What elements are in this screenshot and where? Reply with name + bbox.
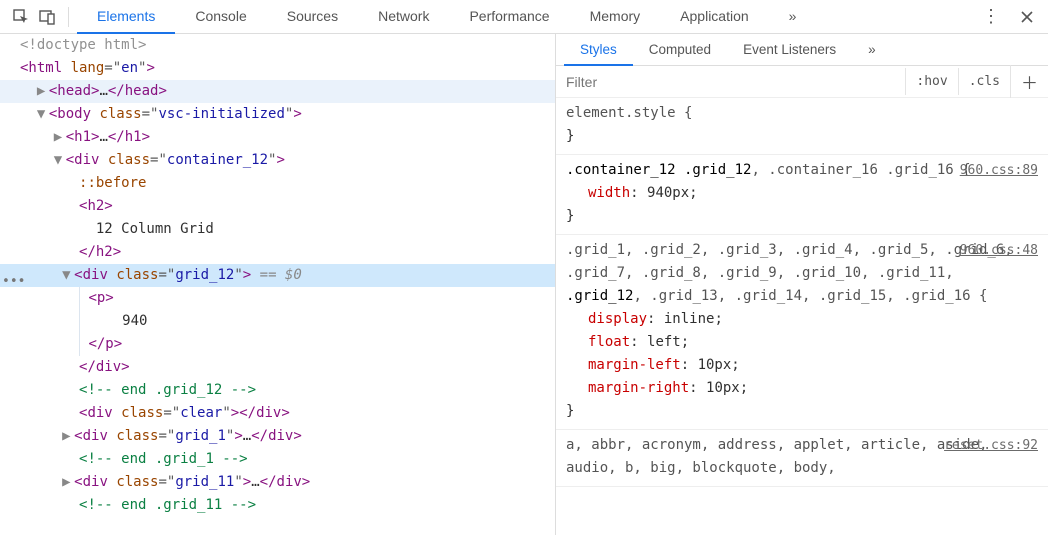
html-element[interactable]: <html lang="en"> <box>0 57 555 80</box>
div-clear[interactable]: <div class="clear"></div> <box>0 402 555 425</box>
rule-reset[interactable]: reset.css:92 a, abbr, acronym, address, … <box>556 430 1048 487</box>
head-element[interactable]: ▶<head>…</head> <box>0 80 555 103</box>
div-grid11[interactable]: ▶<div class="grid_11">…</div> <box>0 471 555 494</box>
rule-container-grid[interactable]: 960.css:89 .container_12 .grid_12, .cont… <box>556 155 1048 235</box>
h1-element[interactable]: ▶<h1>…</h1> <box>0 126 555 149</box>
main-content: ••• <!doctype html> <html lang="en"> ▶<h… <box>0 34 1048 535</box>
rule-grid-classes[interactable]: 960.css:48 .grid_1, .grid_2, .grid_3, .g… <box>556 235 1048 430</box>
device-toolbar-icon[interactable] <box>34 4 60 30</box>
tab-performance[interactable]: Performance <box>449 0 569 33</box>
tab-elements[interactable]: Elements <box>77 0 175 34</box>
tab-memory[interactable]: Memory <box>570 0 661 33</box>
gutter-overflow-icon[interactable]: ••• <box>2 270 25 293</box>
cls-toggle[interactable]: .cls <box>958 68 1010 95</box>
body-element[interactable]: ▼<body class="vsc-initialized"> <box>0 103 555 126</box>
hov-toggle[interactable]: :hov <box>905 68 957 95</box>
p-text[interactable]: 940 <box>0 310 555 333</box>
tabs-overflow-icon[interactable]: » <box>769 0 817 33</box>
filter-input[interactable] <box>556 68 905 96</box>
dom-tree-panel[interactable]: ••• <!doctype html> <html lang="en"> ▶<h… <box>0 34 556 535</box>
pseudo-before[interactable]: ::before <box>0 172 555 195</box>
comment-grid11[interactable]: <!-- end .grid_11 --> <box>0 494 555 517</box>
div-grid1[interactable]: ▶<div class="grid_1">…</div> <box>0 425 555 448</box>
subtab-computed[interactable]: Computed <box>633 35 727 64</box>
new-style-rule-icon[interactable]: ＋ <box>1010 65 1048 98</box>
subtab-styles[interactable]: Styles <box>564 35 633 66</box>
styles-panel: Styles Computed Event Listeners » :hov .… <box>556 34 1048 535</box>
p-open[interactable]: <p> <box>0 287 555 310</box>
div-close[interactable]: </div> <box>0 356 555 379</box>
h2-close[interactable]: </h2> <box>0 241 555 264</box>
tab-console[interactable]: Console <box>175 0 266 33</box>
tab-sources[interactable]: Sources <box>267 0 358 33</box>
styles-list[interactable]: element.style { } 960.css:89 .container_… <box>556 98 1048 535</box>
doctype: <!doctype html> <box>20 37 146 53</box>
separator <box>68 7 69 27</box>
selected-div-grid12[interactable]: ▼<div class="grid_12"> == $0 <box>0 264 555 287</box>
inspect-element-icon[interactable] <box>8 4 34 30</box>
h2-text[interactable]: 12 Column Grid <box>0 218 555 241</box>
main-tabs: Elements Console Sources Network Perform… <box>77 0 978 33</box>
source-link[interactable]: 960.css:89 <box>960 159 1038 182</box>
tab-application[interactable]: Application <box>660 0 769 33</box>
devtools-toolbar: Elements Console Sources Network Perform… <box>0 0 1048 34</box>
p-close[interactable]: </p> <box>0 333 555 356</box>
filter-bar: :hov .cls ＋ <box>556 66 1048 98</box>
source-link[interactable]: reset.css:92 <box>944 434 1038 457</box>
styles-subtabs: Styles Computed Event Listeners » <box>556 34 1048 66</box>
subtab-event-listeners[interactable]: Event Listeners <box>727 35 852 64</box>
h2-open[interactable]: <h2> <box>0 195 555 218</box>
subtabs-overflow-icon[interactable]: » <box>852 35 892 64</box>
comment-grid1[interactable]: <!-- end .grid_1 --> <box>0 448 555 471</box>
source-link[interactable]: 960.css:48 <box>960 239 1038 262</box>
close-icon[interactable] <box>1014 4 1040 30</box>
div-container[interactable]: ▼<div class="container_12"> <box>0 149 555 172</box>
kebab-menu-icon[interactable]: ⋮ <box>978 4 1004 30</box>
comment-grid12[interactable]: <!-- end .grid_12 --> <box>0 379 555 402</box>
rule-element-style[interactable]: element.style { } <box>556 98 1048 155</box>
tab-network[interactable]: Network <box>358 0 449 33</box>
element-style-label: element.style { <box>566 105 692 121</box>
